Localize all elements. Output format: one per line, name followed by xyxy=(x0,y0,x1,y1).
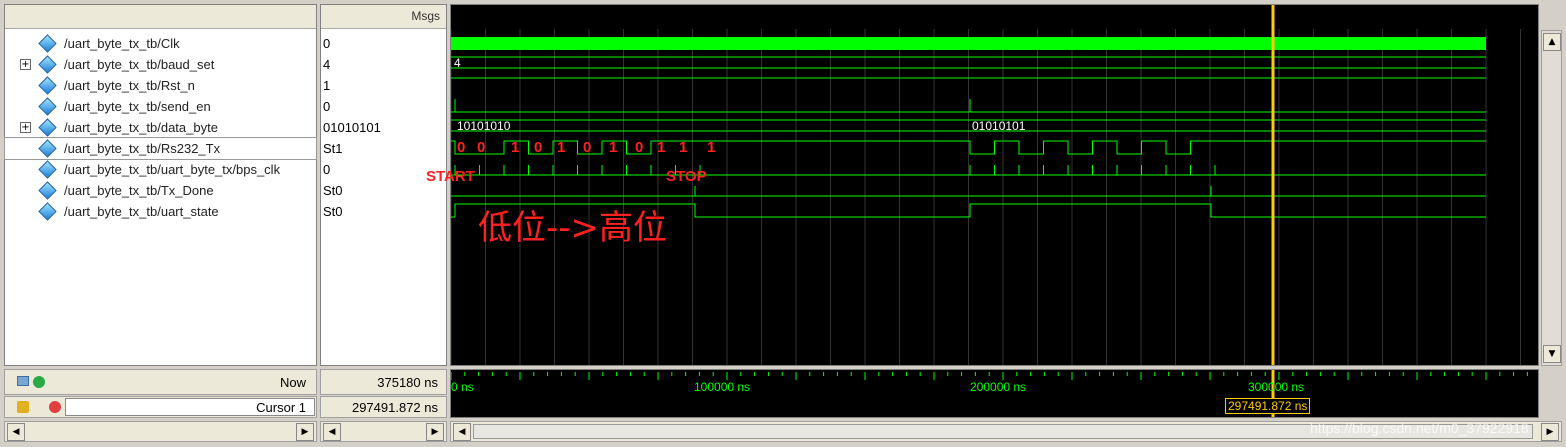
signal-diamond-icon xyxy=(38,202,57,221)
signal-name: /uart_byte_tx_tb/Rs232_Tx xyxy=(64,141,221,156)
signal-name: /uart_byte_tx_tb/send_en xyxy=(64,99,211,114)
names-hscroll[interactable]: ◀ ▶ xyxy=(4,421,317,442)
signal-name: /uart_byte_tx_tb/Clk xyxy=(64,36,180,51)
signal-row[interactable]: + /uart_byte_tx_tb/data_byte xyxy=(5,117,316,138)
signal-diamond-icon xyxy=(38,55,57,74)
scroll-left-icon[interactable]: ◀ xyxy=(323,423,341,441)
signal-row[interactable]: /uart_byte_tx_tb/uart_state xyxy=(5,201,316,222)
signal-name: /uart_byte_tx_tb/data_byte xyxy=(64,120,218,135)
cursor-row-value: 297491.872 ns xyxy=(320,396,447,418)
wave-header xyxy=(451,5,1538,29)
signal-row[interactable]: /uart_byte_tx_tb/Rst_n xyxy=(5,75,316,96)
bit-label: 0 xyxy=(583,139,591,156)
cursor-value: 297491.872 ns xyxy=(351,400,438,415)
signal-value: St1 xyxy=(323,141,343,156)
waveform-canvas[interactable]: 410101010 010101010 0 1 0 1 0 1 0 1 1 1 xyxy=(451,5,1538,365)
vertical-scrollbar[interactable]: ▲ ▼ xyxy=(1541,30,1562,366)
now-row-left: Now xyxy=(4,369,317,395)
signal-value: 4 xyxy=(323,57,331,72)
msgs-label: Msgs xyxy=(411,9,440,23)
bit-label: 0 xyxy=(635,139,643,156)
tick-label-3: 300000 ns xyxy=(1248,380,1305,394)
remove-cursor-icon[interactable] xyxy=(49,401,61,413)
signal-diamond-icon xyxy=(38,34,57,53)
watermark: https://blog.csdn.net/m0_37922918 xyxy=(1310,420,1529,436)
cursor-row-left: Cursor 1 xyxy=(4,396,317,418)
signal-names-pane: /uart_byte_tx_tb/Clk + /uart_byte_tx_tb/ba… xyxy=(4,4,317,366)
bit-label: 1 xyxy=(707,139,715,156)
signal-value: St0 xyxy=(323,204,343,219)
signal-name: /uart_byte_tx_tb/uart_state xyxy=(64,204,219,219)
stop-annotation: STOP xyxy=(666,168,707,185)
scroll-left-icon[interactable]: ◀ xyxy=(7,423,25,441)
bit-label: 0 xyxy=(477,139,485,156)
bit-label: 1 xyxy=(609,139,617,156)
start-annotation: START xyxy=(426,168,475,185)
signal-diamond-icon xyxy=(38,76,57,95)
data-byte-value-label: 01010101 xyxy=(972,119,1026,133)
signal-name: /uart_byte_tx_tb/Rst_n xyxy=(64,78,195,93)
baud-set-value-label: 4 xyxy=(454,56,461,70)
signal-diamond-icon xyxy=(38,181,57,200)
signal-diamond-icon xyxy=(38,118,57,137)
signal-value: 0 xyxy=(323,36,331,51)
data-byte-value-label: 10101010 xyxy=(457,119,511,133)
bit-label: 0 xyxy=(457,139,465,156)
values-pane-header: Msgs xyxy=(321,5,446,29)
bit-label: 1 xyxy=(511,139,519,156)
cursor-flag[interactable]: 297491.872 ns xyxy=(1225,398,1311,414)
bit-label: 0 xyxy=(534,139,542,156)
expand-icon[interactable]: + xyxy=(20,122,31,133)
values-pane: Msgs 0 4 1 0 01010101 St1 0 St0 St0 xyxy=(320,4,447,366)
clk-wave xyxy=(451,37,1486,50)
scroll-up-button[interactable]: ▲ xyxy=(1543,33,1561,51)
lock-icon[interactable] xyxy=(17,401,29,413)
tick-label-0: 0 ns xyxy=(451,380,474,394)
signal-row[interactable]: /uart_byte_tx_tb/Tx_Done xyxy=(5,180,316,201)
zoom-icon[interactable] xyxy=(17,376,29,386)
scroll-right-icon[interactable]: ▶ xyxy=(296,423,314,441)
signal-name: /uart_byte_tx_tb/uart_byte_tx/bps_clk xyxy=(64,162,281,177)
signal-name: /uart_byte_tx_tb/Tx_Done xyxy=(64,183,214,198)
now-label: Now xyxy=(279,375,306,390)
now-row-value: 375180 ns xyxy=(320,369,447,395)
tick-label-2: 200000 ns xyxy=(970,380,1027,394)
cursor-label: Cursor 1 xyxy=(256,400,306,415)
signal-row[interactable]: + /uart_byte_tx_tb/baud_set xyxy=(5,54,316,75)
signal-row[interactable]: /uart_byte_tx_tb/send_en xyxy=(5,96,316,117)
bit-label: 1 xyxy=(657,139,665,156)
values-hscroll[interactable]: ◀ ▶ xyxy=(320,421,447,442)
scroll-left-icon[interactable]: ◀ xyxy=(453,423,471,441)
bit-order-annotation: 低位-->高位 xyxy=(478,208,668,248)
add-icon[interactable] xyxy=(33,376,45,388)
signal-value: 0 xyxy=(323,162,331,177)
signal-row[interactable]: /uart_byte_tx_tb/uart_byte_tx/bps_clk xyxy=(5,159,316,180)
expand-icon[interactable]: + xyxy=(20,59,31,70)
signal-name: /uart_byte_tx_tb/baud_set xyxy=(64,57,215,72)
signal-value: 01010101 xyxy=(323,120,381,135)
signal-value: 1 xyxy=(323,78,331,93)
scroll-down-button[interactable]: ▼ xyxy=(1543,345,1561,363)
signal-row[interactable]: /uart_byte_tx_tb/Rs232_Tx xyxy=(4,137,317,160)
signal-diamond-icon xyxy=(38,160,57,179)
signal-pane-header xyxy=(5,5,316,29)
tick-label-1: 100000 ns xyxy=(694,380,751,394)
bit-label: 1 xyxy=(679,139,687,156)
waveform-pane[interactable]: 4 10101010 01010101 0 0 1 0 1 0 1 0 1 1 1 xyxy=(450,4,1539,366)
timeline-ruler[interactable]: 0 ns 100000 ns 200000 ns 300000 ns 29749… xyxy=(450,369,1539,418)
signal-row[interactable]: /uart_byte_tx_tb/Clk xyxy=(5,33,316,54)
now-value: 375180 ns xyxy=(377,375,438,390)
signal-value: St0 xyxy=(323,183,343,198)
signal-diamond-icon xyxy=(38,97,57,116)
signal-value: 0 xyxy=(323,99,331,114)
signal-diamond-icon xyxy=(38,139,57,158)
scroll-right-icon[interactable]: ▶ xyxy=(426,423,444,441)
bit-label: 1 xyxy=(557,139,565,156)
scroll-right-icon[interactable]: ▶ xyxy=(1541,423,1559,441)
